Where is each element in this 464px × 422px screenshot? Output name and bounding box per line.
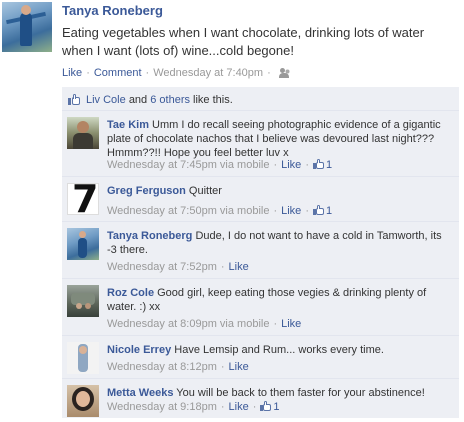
post-timestamp[interactable]: Wednesday at 7:40pm [153, 67, 263, 79]
comment-meta: Wednesday at 7:50pm via mobile · Like · 1 [107, 205, 333, 217]
comment-item: Tanya Roneberg Dude, I do not want to ha… [62, 222, 459, 279]
comment-item: Tae Kim Umm I do recall seeing photograp… [62, 111, 459, 177]
comment-timestamp[interactable]: Wednesday at 9:18pm [107, 401, 217, 413]
liker-link[interactable]: Liv Cole [86, 94, 126, 106]
comment-meta: Wednesday at 7:45pm via mobile · Like · 1 [107, 159, 333, 171]
post-comment-link[interactable]: Comment [94, 67, 142, 79]
comment-meta: Wednesday at 9:18pm · Like · 1 [107, 401, 280, 413]
comment-like-link[interactable]: Like [281, 318, 301, 330]
comment-timestamp[interactable]: Wednesday at 8:12pm [107, 361, 217, 373]
comment-timestamp[interactable]: Wednesday at 7:50pm via mobile [107, 205, 269, 217]
thumbs-up-icon [260, 401, 272, 411]
thumbs-up-icon [312, 159, 324, 169]
comment-item: Nicole Errey Have Lemsip and Rum... work… [62, 336, 459, 379]
post-text: Eating vegetables when I want chocolate,… [62, 25, 425, 58]
commenter-avatar[interactable] [67, 228, 99, 260]
commenter-avatar[interactable] [67, 342, 99, 374]
comment-like-link[interactable]: Like [281, 159, 301, 171]
comment-like-link[interactable]: Like [281, 205, 301, 217]
feedback-block: Liv Cole and 6 others like this. Tae Kim… [62, 87, 459, 418]
people-icon[interactable] [278, 68, 291, 79]
commenter-avatar[interactable] [67, 385, 99, 417]
post-author-name[interactable]: Tanya Roneberg [62, 3, 163, 18]
comment-author[interactable]: Tanya Roneberg [107, 230, 192, 242]
comment-like-count[interactable]: 1 [260, 401, 280, 413]
comment-text: Quitter [188, 185, 222, 197]
thumbs-up-icon [312, 205, 324, 215]
thumbs-up-icon [68, 94, 80, 105]
comment-timestamp[interactable]: Wednesday at 8:09pm via mobile [107, 318, 269, 330]
comment-item: Metta Weeks You will be back to them fas… [62, 379, 459, 418]
comment-timestamp[interactable]: Wednesday at 7:45pm via mobile [107, 159, 269, 171]
comment-text: Good girl, keep eating those vegies & dr… [107, 287, 427, 313]
comment-author[interactable]: Tae Kim [107, 119, 149, 131]
comment-author[interactable]: Roz Cole [107, 287, 154, 299]
comment-meta: Wednesday at 8:12pm · Like [107, 361, 249, 373]
likes-summary: Liv Cole and 6 others like this. [62, 87, 459, 111]
commenter-avatar[interactable]: 7 [67, 183, 99, 215]
comment-like-count[interactable]: 1 [312, 159, 332, 171]
comment-like-link[interactable]: Like [229, 401, 249, 413]
commenter-avatar[interactable] [67, 117, 99, 149]
comment-like-link[interactable]: Like [229, 361, 249, 373]
comment-timestamp[interactable]: Wednesday at 7:52pm [107, 261, 217, 273]
comment-like-count[interactable]: 1 [312, 205, 332, 217]
comment-text: You will be back to them faster for your… [176, 387, 425, 399]
comment-item: Roz Cole Good girl, keep eating those ve… [62, 279, 459, 336]
comment-author[interactable]: Metta Weeks [107, 387, 173, 399]
commenter-avatar[interactable] [67, 285, 99, 317]
comment-text: Have Lemsip and Rum... works every time. [174, 344, 384, 356]
comment-author[interactable]: Greg Ferguson [107, 185, 186, 197]
comment-like-link[interactable]: Like [229, 261, 249, 273]
comment-meta: Wednesday at 8:09pm via mobile · Like [107, 318, 302, 330]
comment-meta: Wednesday at 7:52pm · Like [107, 261, 249, 273]
comment-text: Umm I do recall seeing photographic evid… [107, 119, 441, 159]
other-likers-link[interactable]: 6 others [150, 94, 190, 106]
comment-item: 7 Greg Ferguson Quitter Wednesday at 7:5… [62, 177, 459, 222]
post-like-link[interactable]: Like [62, 67, 82, 79]
post-actions: Like · Comment · Wednesday at 7:40pm · [62, 67, 291, 79]
post-author-avatar[interactable] [2, 2, 52, 52]
comment-author[interactable]: Nicole Errey [107, 344, 171, 356]
